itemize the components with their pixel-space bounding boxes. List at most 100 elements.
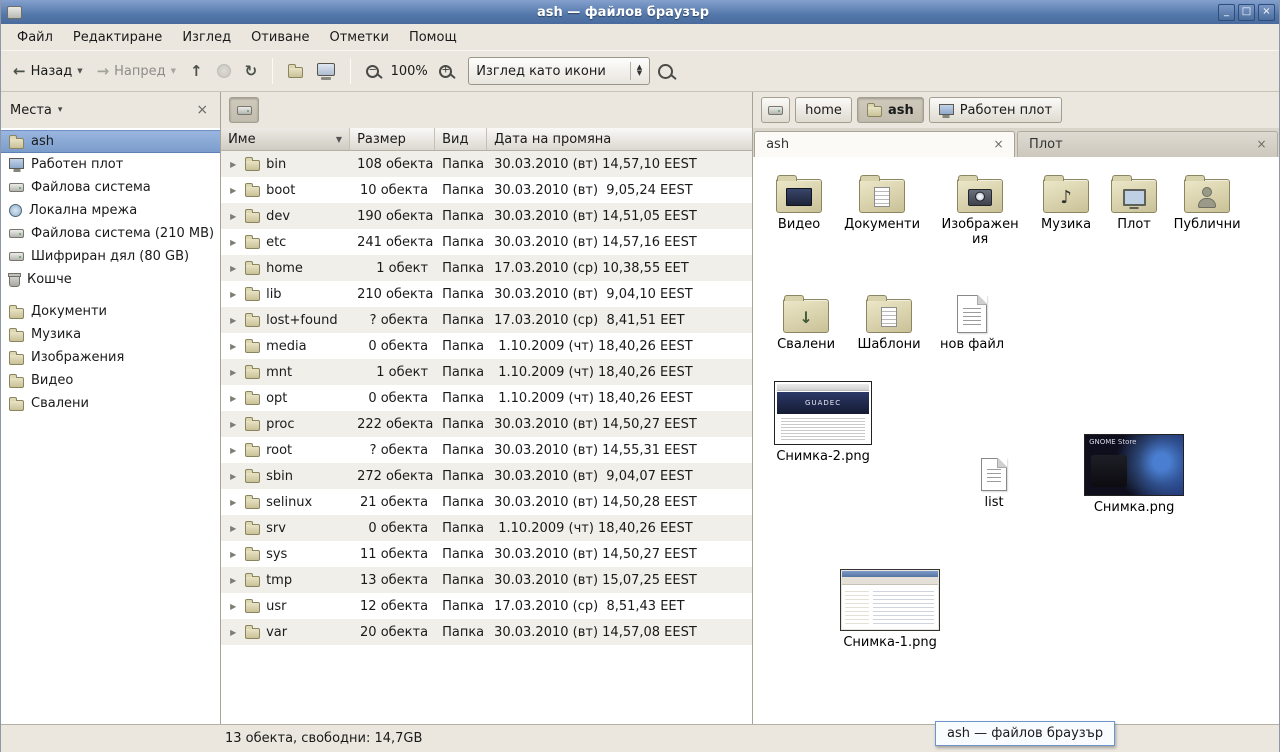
expander-icon[interactable]: ▶ bbox=[230, 342, 239, 351]
up-button[interactable]: ↑ bbox=[184, 56, 209, 86]
menu-bookmarks[interactable]: Отметки bbox=[319, 26, 398, 49]
icon-item-video[interactable]: Видео bbox=[761, 171, 837, 233]
stop-button[interactable] bbox=[211, 56, 237, 86]
icon-item-new-file[interactable]: нов файл bbox=[934, 291, 1010, 353]
table-row-home[interactable]: ▶home1 обектПапка17.03.2010 (ср) 10,38,5… bbox=[221, 255, 752, 281]
titlebar[interactable]: ash — файлов браузър _ □ × bbox=[1, 0, 1279, 24]
expander-icon[interactable]: ▶ bbox=[230, 472, 239, 481]
column-header-type[interactable]: Вид bbox=[435, 128, 487, 150]
expander-icon[interactable]: ▶ bbox=[230, 524, 239, 533]
expander-icon[interactable]: ▶ bbox=[230, 550, 239, 559]
sidebar-item-ash[interactable]: ash bbox=[1, 130, 220, 153]
table-row-var[interactable]: ▶var20 обектаПапка30.03.2010 (вт) 14,57,… bbox=[221, 619, 752, 645]
tab-plot[interactable]: Плот× bbox=[1017, 131, 1278, 157]
table-row-root[interactable]: ▶root? обектаПапка30.03.2010 (вт) 14,55,… bbox=[221, 437, 752, 463]
expander-icon[interactable]: ▶ bbox=[230, 446, 239, 455]
pathbar-button-ash[interactable]: ash bbox=[857, 97, 924, 123]
close-button[interactable]: × bbox=[1258, 4, 1275, 21]
sidebar-item-pictures[interactable]: Изображения bbox=[1, 346, 220, 369]
table-row-boot[interactable]: ▶boot10 обектаПапка30.03.2010 (вт) 9,05,… bbox=[221, 177, 752, 203]
back-button[interactable]: ← Назад ▼ bbox=[7, 56, 89, 86]
close-icon[interactable]: × bbox=[1254, 137, 1269, 152]
table-row-proc[interactable]: ▶proc222 обектаПапка30.03.2010 (вт) 14,5… bbox=[221, 411, 752, 437]
table-row-sbin[interactable]: ▶sbin272 обектаПапка30.03.2010 (вт) 9,04… bbox=[221, 463, 752, 489]
sidebar-close-icon[interactable]: × bbox=[193, 102, 211, 118]
sidebar-item-encrypted-80gb[interactable]: Шифриран дял (80 GB) bbox=[1, 245, 220, 268]
expander-icon[interactable]: ▶ bbox=[230, 186, 239, 195]
icon-item-snimka-1-png[interactable]: Снимка-1.png bbox=[839, 569, 941, 651]
sidebar-title-select[interactable]: Места ▾ bbox=[10, 103, 193, 118]
view-mode-select[interactable]: Изглед като икони ▲▼ bbox=[468, 57, 650, 85]
table-row-usr[interactable]: ▶usr12 обектаПапка17.03.2010 (ср) 8,51,4… bbox=[221, 593, 752, 619]
expander-icon[interactable]: ▶ bbox=[230, 628, 239, 637]
icon-item-pictures[interactable]: Изображения bbox=[940, 171, 1020, 248]
column-header-date[interactable]: Дата на промяна bbox=[487, 128, 752, 150]
menu-edit[interactable]: Редактиране bbox=[63, 26, 172, 49]
sidebar-item-downloads[interactable]: Свалени bbox=[1, 392, 220, 415]
sidebar-item-music[interactable]: Музика bbox=[1, 323, 220, 346]
icon-item-public[interactable]: Публични bbox=[1169, 171, 1245, 233]
maximize-button[interactable]: □ bbox=[1238, 4, 1255, 21]
table-row-dev[interactable]: ▶dev190 обектаПапка30.03.2010 (вт) 14,51… bbox=[221, 203, 752, 229]
table-row-tmp[interactable]: ▶tmp13 обектаПапка30.03.2010 (вт) 15,07,… bbox=[221, 567, 752, 593]
expander-icon[interactable]: ▶ bbox=[230, 368, 239, 377]
computer-button[interactable] bbox=[311, 56, 341, 86]
table-row-srv[interactable]: ▶srv0 обектаПапка 1.10.2009 (чт) 18,40,2… bbox=[221, 515, 752, 541]
minimize-button[interactable]: _ bbox=[1218, 4, 1235, 21]
icon-item-music[interactable]: ♪Музика bbox=[1028, 171, 1104, 233]
icon-view[interactable]: ВидеоДокументи Изображения♪МузикаПлотПубл… bbox=[753, 157, 1279, 724]
menu-view[interactable]: Изглед bbox=[172, 26, 241, 49]
table-row-sys[interactable]: ▶sys11 обектаПапка30.03.2010 (вт) 14,50,… bbox=[221, 541, 752, 567]
table-row-selinux[interactable]: ▶selinux21 обектаПапка30.03.2010 (вт) 14… bbox=[221, 489, 752, 515]
expander-icon[interactable]: ▶ bbox=[230, 602, 239, 611]
zoom-in-button[interactable]: + bbox=[433, 56, 458, 86]
menu-help[interactable]: Помощ bbox=[399, 26, 467, 49]
icon-item-list[interactable]: list bbox=[962, 449, 1026, 511]
expander-icon[interactable]: ▶ bbox=[230, 212, 239, 221]
icon-item-snimka-2-png[interactable]: GUADECСнимка-2.png bbox=[773, 381, 873, 465]
icon-item-templates[interactable]: Шаблони bbox=[851, 291, 927, 353]
table-row-etc[interactable]: ▶etc241 обектаПапка30.03.2010 (вт) 14,57… bbox=[221, 229, 752, 255]
table-row-mnt[interactable]: ▶mnt1 обектПапка 1.10.2009 (чт) 18,40,26… bbox=[221, 359, 752, 385]
expander-icon[interactable]: ▶ bbox=[230, 498, 239, 507]
table-row-bin[interactable]: ▶bin108 обектаПапка30.03.2010 (вт) 14,57… bbox=[221, 151, 752, 177]
expander-icon[interactable]: ▶ bbox=[230, 290, 239, 299]
icon-item-snimka-png[interactable]: GNOME StoreСнимка.png bbox=[1083, 434, 1185, 516]
home-button[interactable] bbox=[282, 56, 309, 86]
pathbar-button-filesystem[interactable] bbox=[761, 97, 790, 123]
table-row-lib[interactable]: ▶lib210 обектаПапка30.03.2010 (вт) 9,04,… bbox=[221, 281, 752, 307]
sidebar-item-filesystem[interactable]: Файлова система bbox=[1, 176, 220, 199]
icon-item-downloads[interactable]: ↓Свалени bbox=[768, 291, 844, 353]
sidebar-item-desktop[interactable]: Работен плот bbox=[1, 153, 220, 176]
icon-item-desktop[interactable]: Плот bbox=[1096, 171, 1172, 233]
expander-icon[interactable]: ▶ bbox=[230, 264, 239, 273]
sidebar-item-trash[interactable]: Кошче bbox=[1, 268, 220, 291]
expander-icon[interactable]: ▶ bbox=[230, 316, 239, 325]
table-row-opt[interactable]: ▶opt0 обектаПапка 1.10.2009 (чт) 18,40,2… bbox=[221, 385, 752, 411]
expander-icon[interactable]: ▶ bbox=[230, 576, 239, 585]
table-row-media[interactable]: ▶media0 обектаПапка 1.10.2009 (чт) 18,40… bbox=[221, 333, 752, 359]
icon-item-documents[interactable]: Документи bbox=[844, 171, 920, 233]
back-dropdown-icon[interactable]: ▼ bbox=[77, 67, 82, 75]
sidebar-item-video[interactable]: Видео bbox=[1, 369, 220, 392]
table-row-lost+found[interactable]: ▶lost+found? обектаПапка17.03.2010 (ср) … bbox=[221, 307, 752, 333]
expander-icon[interactable]: ▶ bbox=[230, 238, 239, 247]
sidebar-item-filesystem-210mb[interactable]: Файлова система (210 MB) bbox=[1, 222, 220, 245]
expander-icon[interactable]: ▶ bbox=[230, 394, 239, 403]
close-icon[interactable]: × bbox=[991, 137, 1006, 152]
menu-go[interactable]: Отиване bbox=[241, 26, 319, 49]
column-header-name[interactable]: Име▼ bbox=[221, 128, 350, 150]
search-button[interactable] bbox=[652, 56, 679, 86]
forward-button[interactable]: → Напред ▼ bbox=[91, 56, 182, 86]
menu-file[interactable]: Файл bbox=[7, 26, 63, 49]
column-header-size[interactable]: Размер bbox=[350, 128, 435, 150]
tab-ash[interactable]: ash× bbox=[754, 131, 1015, 157]
pathbar-button-home[interactable]: home bbox=[795, 97, 852, 123]
expander-icon[interactable]: ▶ bbox=[230, 160, 239, 169]
pathbar-button-desktop[interactable]: Работен плот bbox=[929, 97, 1062, 123]
sidebar-item-documents[interactable]: Документи bbox=[1, 300, 220, 323]
pathbar-filesystem-button[interactable] bbox=[229, 97, 259, 123]
zoom-out-button[interactable]: − bbox=[360, 56, 385, 86]
reload-button[interactable]: ↻ bbox=[239, 56, 264, 86]
sidebar-item-network[interactable]: Локална мрежа bbox=[1, 199, 220, 222]
